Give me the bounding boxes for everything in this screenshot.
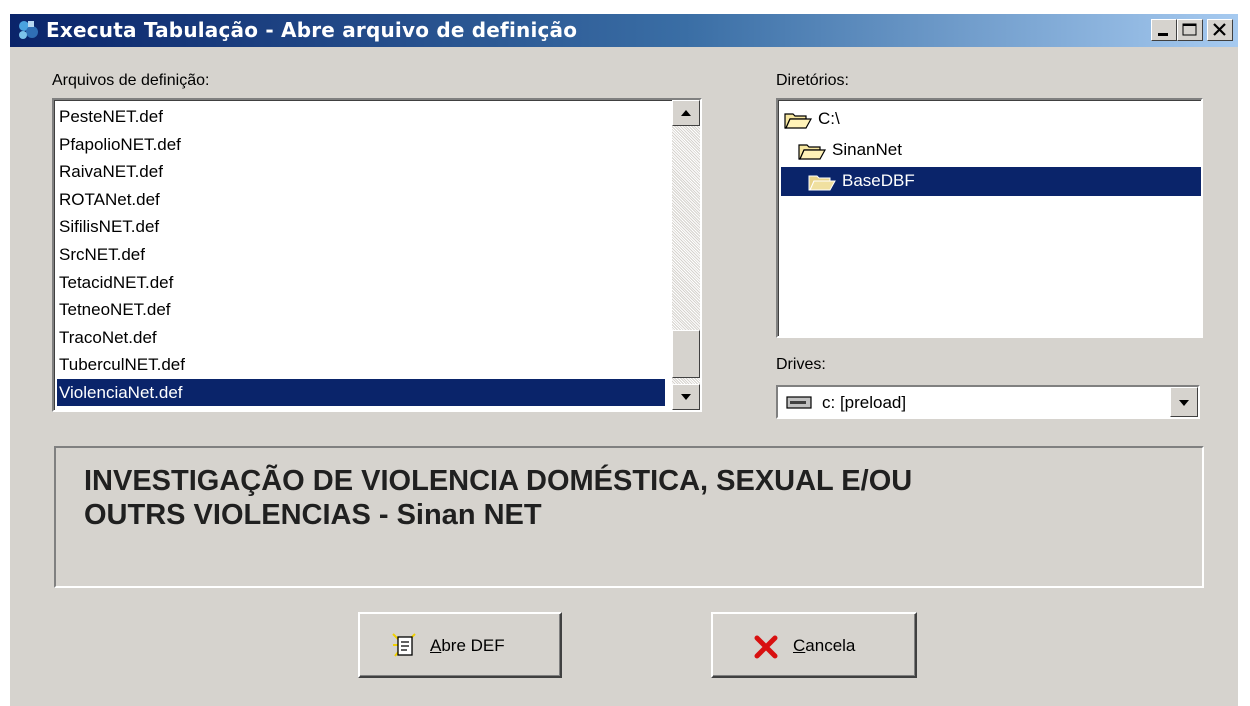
arrow-up-icon	[681, 110, 691, 116]
chevron-down-icon	[1179, 400, 1189, 406]
scroll-down-button[interactable]	[672, 384, 700, 410]
arrow-down-icon	[681, 394, 691, 400]
maximize-icon	[1182, 23, 1197, 36]
close-icon	[1213, 23, 1226, 36]
drive-icon	[786, 396, 812, 409]
window-title: Executa Tabulação - Abre arquivo de defi…	[46, 18, 578, 42]
open-folder-icon	[784, 113, 812, 129]
close-window-button[interactable]	[1207, 19, 1233, 41]
scroll-thumb[interactable]	[672, 330, 700, 378]
drives-value: c: [preload]	[822, 393, 907, 412]
open-def-button[interactable]: Abre DEF	[358, 612, 562, 678]
drives-label: Drives:	[776, 356, 826, 373]
cancel-button[interactable]: Cancela	[711, 612, 917, 678]
open-folder-icon	[808, 175, 836, 191]
file-list-item[interactable]: TetneoNET.def	[57, 296, 665, 323]
dialog-window: Executa Tabulação - Abre arquivo de defi…	[10, 14, 1238, 706]
minimize-button[interactable]	[1151, 19, 1177, 41]
dir-label-sinannet: SinanNet	[832, 140, 902, 159]
file-list-item[interactable]: PesteNET.def	[57, 103, 665, 130]
dirs-listbox[interactable]: C:\ SinanNet BaseDBF	[776, 98, 1203, 338]
dirs-label: Diretórios:	[776, 72, 849, 89]
drives-combobox[interactable]: c: [preload]	[776, 385, 1200, 419]
dir-label-root: C:\	[818, 109, 840, 128]
title-bar[interactable]: Executa Tabulação - Abre arquivo de defi…	[10, 14, 1238, 47]
open-folder-icon	[798, 144, 826, 160]
drives-dropdown-button[interactable]	[1170, 387, 1198, 417]
file-list-item[interactable]: SifilisNET.def	[57, 213, 665, 240]
open-def-label: Abre DEF	[430, 636, 505, 655]
files-scrollbar[interactable]	[672, 100, 700, 410]
file-list-item[interactable]: PfapolioNET.def	[57, 131, 665, 158]
dir-label-basedbf: BaseDBF	[842, 171, 915, 190]
maximize-button[interactable]	[1177, 19, 1203, 41]
file-list-item[interactable]: RaivaNET.def	[57, 158, 665, 185]
open-document-icon	[392, 633, 416, 657]
app-icon	[19, 21, 38, 39]
file-list-item[interactable]: TracoNet.def	[57, 324, 665, 351]
minimize-icon	[1158, 33, 1168, 36]
description-line-1: INVESTIGAÇÃO DE VIOLENCIA DOMÉSTICA, SEX…	[84, 465, 913, 497]
description-panel: INVESTIGAÇÃO DE VIOLENCIA DOMÉSTICA, SEX…	[54, 446, 1204, 588]
file-list-item[interactable]: SrcNET.def	[57, 241, 665, 268]
file-list-item[interactable]: ViolenciaNet.def	[57, 379, 665, 406]
file-list-item[interactable]: TetacidNET.def	[57, 269, 665, 296]
file-list-item[interactable]: TuberculNET.def	[57, 351, 665, 378]
description-text: INVESTIGAÇÃO DE VIOLENCIA DOMÉSTICA, SEX…	[84, 464, 1184, 532]
files-listbox[interactable]: PesteNET.def PfapolioNET.def RaivaNET.def R…	[52, 98, 702, 412]
scroll-up-button[interactable]	[672, 100, 700, 126]
file-list-item[interactable]: ROTANet.def	[57, 186, 665, 213]
red-x-icon	[754, 635, 778, 659]
files-label: Arquivos de definição:	[52, 72, 210, 89]
description-line-2: OUTRS VIOLENCIAS - Sinan NET	[84, 499, 542, 531]
cancel-label: Cancela	[793, 636, 856, 655]
